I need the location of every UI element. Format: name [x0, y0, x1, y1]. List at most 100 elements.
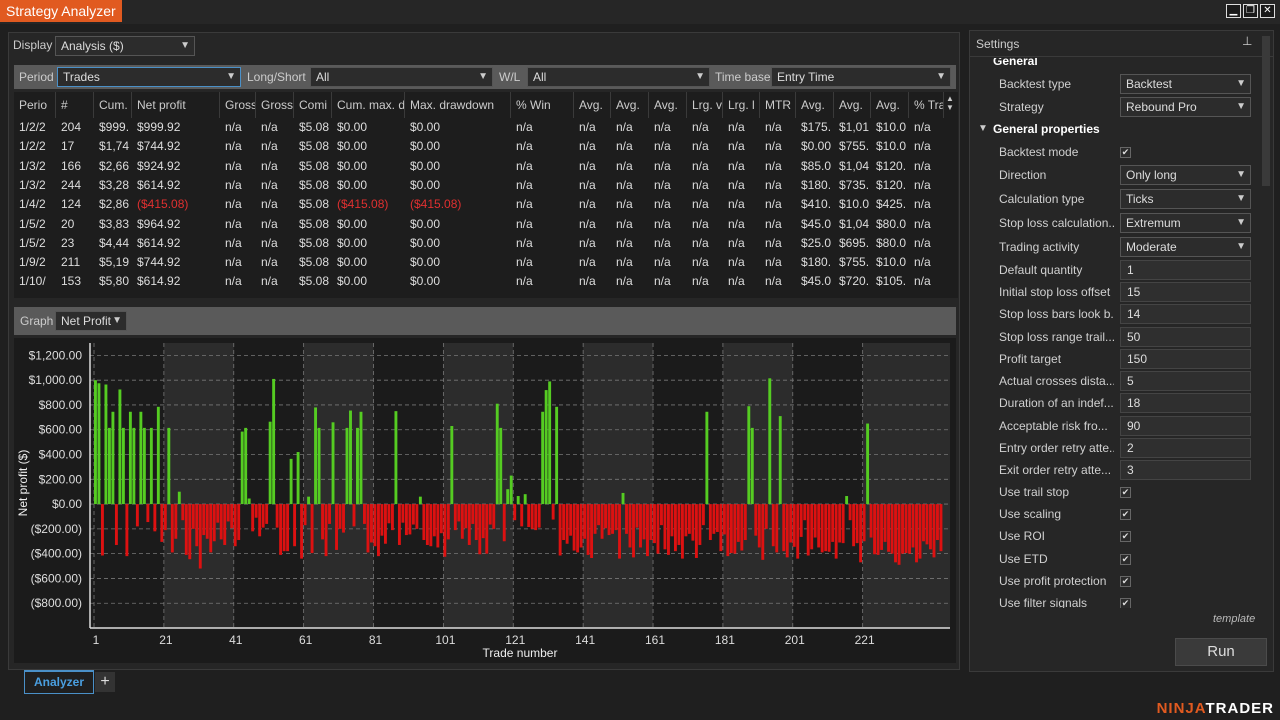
table-cell[interactable]: n/a: [611, 272, 649, 291]
table-cell[interactable]: $614.92: [132, 176, 220, 195]
table-cell[interactable]: n/a: [649, 272, 687, 291]
table-cell[interactable]: n/a: [220, 234, 256, 253]
table-cell[interactable]: n/a: [649, 157, 687, 176]
table-cell[interactable]: 17: [56, 137, 94, 156]
table-cell[interactable]: n/a: [760, 234, 796, 253]
table-cell[interactable]: n/a: [723, 253, 760, 272]
column-header[interactable]: Max. drawdown: [405, 92, 511, 118]
column-header[interactable]: Cum.: [94, 92, 132, 118]
table-cell[interactable]: $25.0: [796, 234, 834, 253]
table-cell[interactable]: $0.00: [332, 234, 405, 253]
setting-dropdown[interactable]: Ticks ▼: [1120, 189, 1251, 209]
column-header[interactable]: Avg.: [834, 92, 871, 118]
table-cell[interactable]: $120.: [871, 176, 909, 195]
table-cell[interactable]: $5,19: [94, 253, 132, 272]
table-cell[interactable]: n/a: [760, 157, 796, 176]
table-cell[interactable]: $0.00: [405, 253, 511, 272]
minimize-button[interactable]: ▁: [1226, 4, 1241, 18]
table-cell[interactable]: n/a: [574, 253, 611, 272]
table-cell[interactable]: $3,83: [94, 215, 132, 234]
table-cell[interactable]: n/a: [649, 118, 687, 137]
table-cell[interactable]: 211: [56, 253, 94, 272]
table-cell[interactable]: 204: [56, 118, 94, 137]
scroll-up-icon[interactable]: ▲: [944, 94, 956, 103]
table-cell[interactable]: $410.: [796, 195, 834, 214]
table-cell[interactable]: n/a: [220, 157, 256, 176]
table-cell[interactable]: $999.: [94, 118, 132, 137]
table-cell[interactable]: $3,28: [94, 176, 132, 195]
table-cell[interactable]: $175.: [796, 118, 834, 137]
setting-input[interactable]: 150: [1120, 349, 1251, 369]
table-cell[interactable]: $10.0: [871, 137, 909, 156]
column-header[interactable]: Gross: [256, 92, 294, 118]
column-header[interactable]: Avg.: [574, 92, 611, 118]
grid-scrollbar[interactable]: ▲ ▼: [944, 94, 956, 294]
table-cell[interactable]: n/a: [611, 118, 649, 137]
table-cell[interactable]: n/a: [909, 157, 944, 176]
table-cell[interactable]: n/a: [511, 137, 574, 156]
table-cell[interactable]: n/a: [611, 195, 649, 214]
table-cell[interactable]: $1,74: [94, 137, 132, 156]
add-tab-button[interactable]: +: [95, 672, 115, 692]
table-cell[interactable]: $614.92: [132, 272, 220, 291]
table-cell[interactable]: n/a: [909, 272, 944, 291]
table-cell[interactable]: n/a: [574, 176, 611, 195]
table-cell[interactable]: $85.0: [796, 157, 834, 176]
table-cell[interactable]: $5,80: [94, 272, 132, 291]
column-header[interactable]: Cum. max. d: [332, 92, 405, 118]
table-cell[interactable]: n/a: [574, 195, 611, 214]
collapse-triangle-icon[interactable]: ▼: [978, 123, 988, 134]
table-cell[interactable]: n/a: [909, 253, 944, 272]
table-cell[interactable]: n/a: [909, 176, 944, 195]
table-cell[interactable]: $5.08: [294, 157, 332, 176]
table-cell[interactable]: n/a: [511, 234, 574, 253]
table-cell[interactable]: 23: [56, 234, 94, 253]
table-cell[interactable]: n/a: [220, 253, 256, 272]
table-cell[interactable]: $0.00: [405, 176, 511, 195]
table-cell[interactable]: n/a: [511, 253, 574, 272]
table-cell[interactable]: $1,04: [834, 215, 871, 234]
table-cell[interactable]: $5.08: [294, 234, 332, 253]
table-cell[interactable]: n/a: [256, 234, 294, 253]
table-cell[interactable]: $0.00: [405, 118, 511, 137]
setting-input[interactable]: 50: [1120, 327, 1251, 347]
table-cell[interactable]: $0.00: [332, 118, 405, 137]
table-cell[interactable]: n/a: [256, 157, 294, 176]
setting-input[interactable]: 3: [1120, 460, 1251, 480]
table-cell[interactable]: 1/2/2: [14, 137, 56, 156]
table-cell[interactable]: $80.0: [871, 215, 909, 234]
table-cell[interactable]: n/a: [511, 195, 574, 214]
table-cell[interactable]: $0.00: [332, 215, 405, 234]
table-cell[interactable]: 244: [56, 176, 94, 195]
table-cell[interactable]: $755.: [834, 253, 871, 272]
table-cell[interactable]: n/a: [511, 215, 574, 234]
table-cell[interactable]: n/a: [574, 118, 611, 137]
table-cell[interactable]: n/a: [256, 195, 294, 214]
table-cell[interactable]: n/a: [687, 176, 723, 195]
table-cell[interactable]: $5.08: [294, 253, 332, 272]
table-cell[interactable]: n/a: [511, 118, 574, 137]
table-cell[interactable]: $180.: [796, 176, 834, 195]
table-cell[interactable]: n/a: [687, 234, 723, 253]
table-cell[interactable]: $120.: [871, 157, 909, 176]
table-cell[interactable]: 1/2/2: [14, 118, 56, 137]
table-cell[interactable]: n/a: [574, 272, 611, 291]
table-cell[interactable]: $4,44: [94, 234, 132, 253]
table-cell[interactable]: $999.92: [132, 118, 220, 137]
pin-icon[interactable]: ⊥: [1242, 34, 1252, 48]
table-cell[interactable]: 1/5/2: [14, 215, 56, 234]
table-cell[interactable]: n/a: [220, 137, 256, 156]
table-cell[interactable]: $614.92: [132, 234, 220, 253]
setting-dropdown[interactable]: Only long ▼: [1120, 165, 1251, 185]
table-cell[interactable]: n/a: [760, 253, 796, 272]
table-cell[interactable]: ($415.08): [332, 195, 405, 214]
table-cell[interactable]: n/a: [909, 195, 944, 214]
table-cell[interactable]: n/a: [723, 272, 760, 291]
table-cell[interactable]: n/a: [649, 176, 687, 195]
table-cell[interactable]: n/a: [220, 215, 256, 234]
column-header[interactable]: Net profit: [132, 92, 220, 118]
table-cell[interactable]: n/a: [611, 157, 649, 176]
setting-checkbox[interactable]: ✔: [1120, 554, 1131, 565]
setting-input[interactable]: 5: [1120, 371, 1251, 391]
display-dropdown[interactable]: Analysis ($) ▼: [55, 36, 195, 56]
